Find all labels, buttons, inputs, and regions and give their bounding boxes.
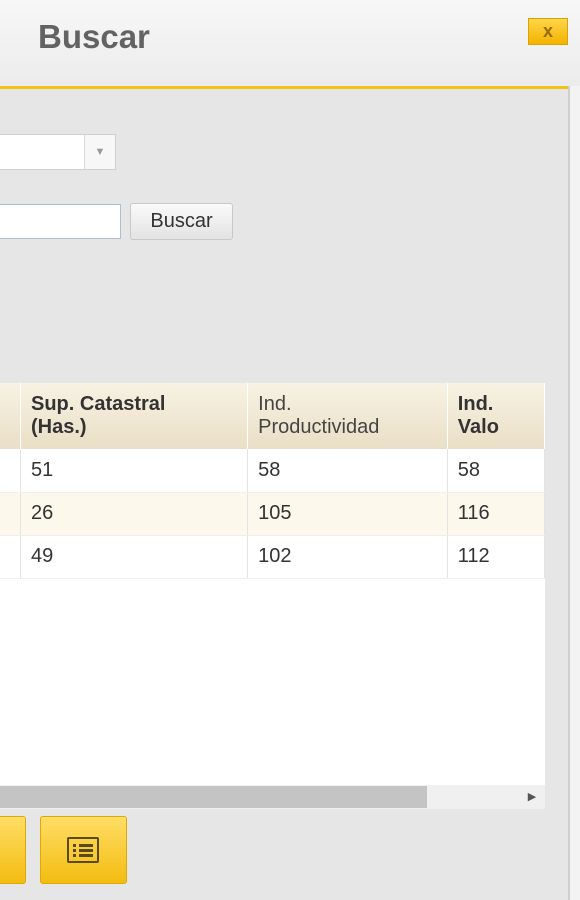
column-header-ind-valor[interactable]: Ind. Valo <box>447 383 545 449</box>
dialog-title: Buscar <box>38 18 150 55</box>
list-icon <box>67 837 99 863</box>
results-table: Sup. Catastral (Has.) Ind. Productividad… <box>0 383 545 579</box>
toolbar-button-partial[interactable] <box>0 816 26 884</box>
table-cell: 105 <box>247 492 448 536</box>
column-header-sup-catastral[interactable]: Sup. Catastral (Has.) <box>20 383 249 449</box>
chevron-down-icon[interactable]: ▼ <box>84 135 115 169</box>
table-cell: 26 <box>20 492 249 536</box>
table-row[interactable]: 49 102 112 <box>0 535 545 579</box>
column-header-line: (Has.) <box>31 416 87 438</box>
table-row[interactable]: 26 105 116 <box>0 492 545 536</box>
scroll-right-arrow-icon[interactable]: ▶ <box>525 789 539 805</box>
filter-select[interactable]: ▼ <box>0 134 116 170</box>
dialog-titlebar: Buscar x <box>0 0 580 86</box>
table-cell: 112 <box>447 535 545 579</box>
column-header-line: Ind. <box>258 393 292 415</box>
table-cell: 58 <box>247 449 448 493</box>
list-view-button[interactable] <box>40 816 127 884</box>
horizontal-scrollbar[interactable]: ▶ <box>0 785 545 809</box>
close-button[interactable]: x <box>528 18 568 45</box>
table-cell: 51 <box>20 449 249 493</box>
search-button[interactable]: Buscar <box>130 203 233 240</box>
table-row[interactable]: 51 58 58 <box>0 449 545 493</box>
table-cell: 102 <box>247 535 448 579</box>
table-cell-partial <box>0 535 21 579</box>
table-cell: 116 <box>447 492 545 536</box>
table-cell-partial <box>0 492 21 536</box>
scrollbar-thumb[interactable] <box>0 786 427 808</box>
dialog-right-border <box>568 86 580 900</box>
column-header-line: Productividad <box>258 416 380 438</box>
table-cell-partial <box>0 449 21 493</box>
search-input[interactable] <box>0 204 121 239</box>
column-header-partial <box>0 383 21 449</box>
column-header-line: Sup. Catastral <box>31 393 166 415</box>
close-icon: x <box>542 21 553 41</box>
table-cell: 58 <box>447 449 545 493</box>
column-header-line: Ind. Valo <box>457 393 499 438</box>
table-cell: 49 <box>20 535 249 579</box>
column-header-ind-productividad[interactable]: Ind. Productividad <box>247 383 448 449</box>
results-grid: Sup. Catastral (Has.) Ind. Productividad… <box>0 383 545 785</box>
table-header-row: Sup. Catastral (Has.) Ind. Productividad… <box>0 383 545 449</box>
